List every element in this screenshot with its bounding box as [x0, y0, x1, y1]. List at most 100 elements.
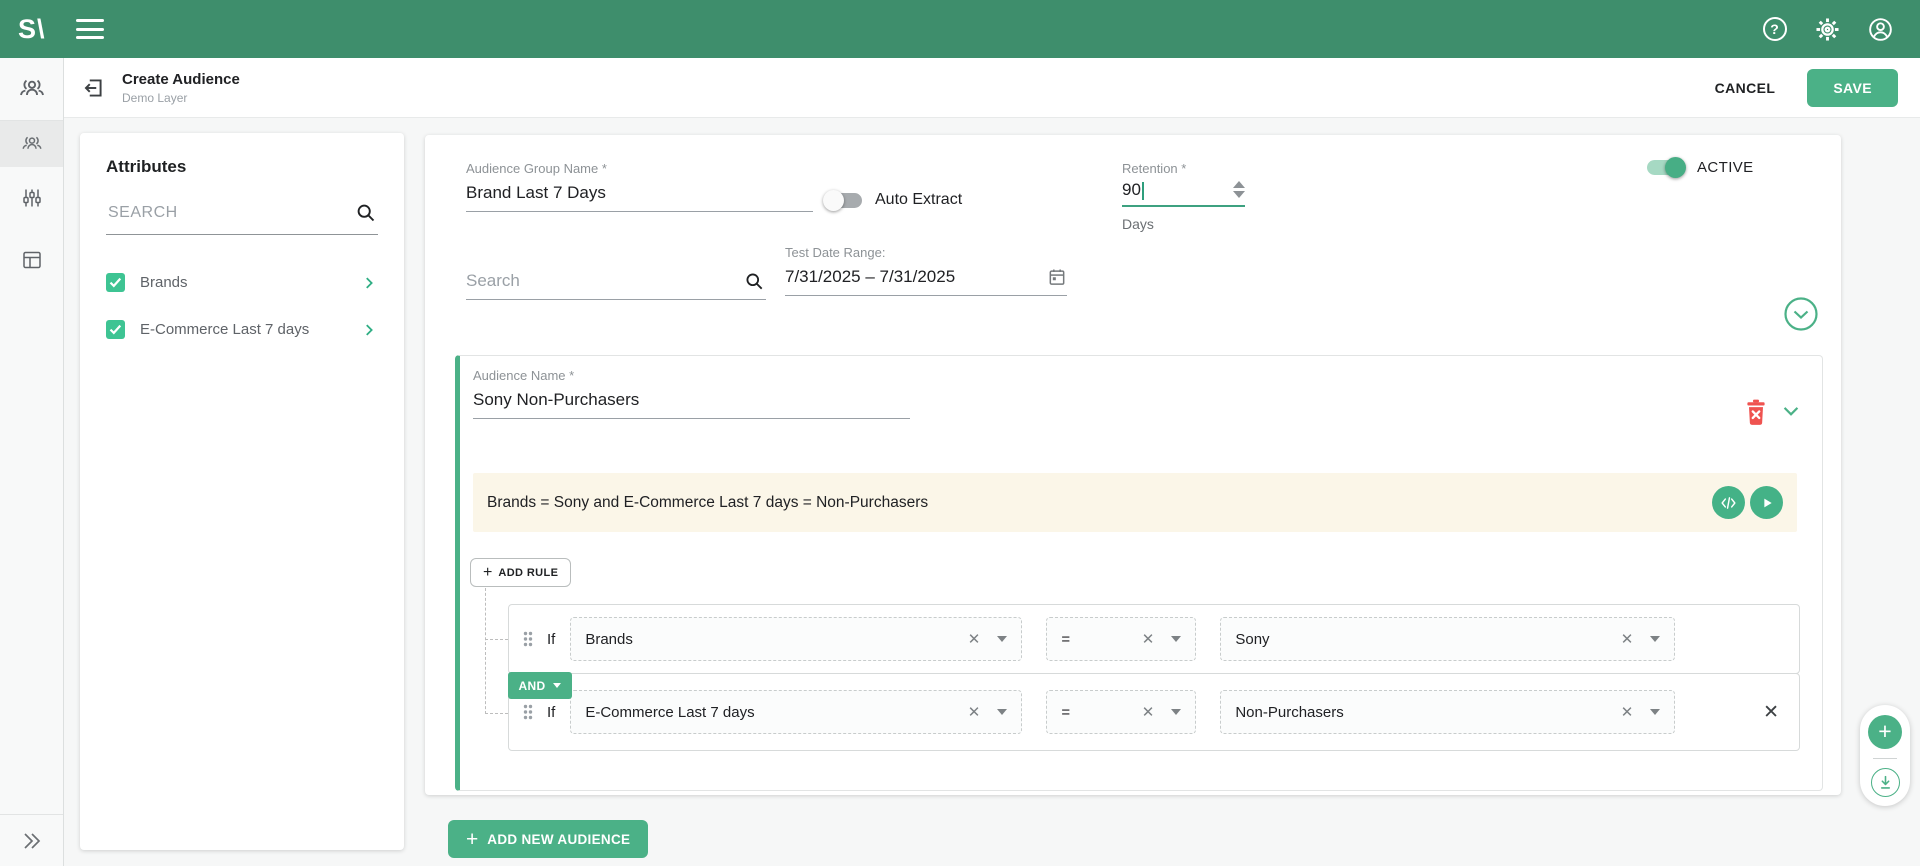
attributes-panel: Attributes Brands	[80, 133, 404, 850]
add-floating-button[interactable]: +	[1868, 715, 1902, 749]
menu-hamburger-icon[interactable]	[76, 19, 104, 39]
rule-connector-and-chip[interactable]: AND	[508, 672, 572, 699]
chevron-right-icon[interactable]	[360, 321, 378, 339]
rule-value-select[interactable]: Non-Purchasers ✕	[1220, 690, 1675, 734]
select-caret-icon[interactable]	[1650, 709, 1660, 715]
rule-operator-select[interactable]: = ✕	[1046, 617, 1196, 661]
rule-connector-line	[485, 588, 486, 714]
rail-item-attributes[interactable]	[0, 167, 63, 229]
clear-selection-icon[interactable]: ✕	[968, 632, 981, 647]
checkbox-checked-icon[interactable]	[106, 320, 125, 339]
attributes-title: Attributes	[106, 157, 378, 177]
select-caret-icon[interactable]	[1171, 709, 1181, 715]
rail-item-audiences-selected[interactable]	[0, 121, 63, 167]
left-rail	[0, 58, 64, 866]
select-caret-icon[interactable]	[997, 636, 1007, 642]
attribute-label: E-Commerce Last 7 days	[140, 321, 360, 338]
audience-form-card: Audience Group Name * Auto Extract Reten…	[425, 135, 1841, 795]
drag-handle-icon[interactable]	[521, 630, 535, 648]
select-caret-icon[interactable]	[1171, 636, 1181, 642]
date-range-input[interactable]: 7/31/2025 – 7/31/2025	[785, 260, 1067, 296]
auto-extract-control: Auto Extract	[825, 191, 962, 209]
cancel-button[interactable]: CANCEL	[1697, 70, 1794, 106]
add-new-audience-button[interactable]: + ADD NEW AUDIENCE	[448, 820, 648, 858]
retention-label: Retention *	[1122, 161, 1245, 176]
audience-name-input[interactable]	[473, 383, 910, 419]
auto-extract-label: Auto Extract	[875, 191, 962, 209]
page-header: Create Audience Demo Layer CANCEL SAVE	[64, 58, 1920, 118]
attribute-list-item-ecommerce[interactable]: E-Commerce Last 7 days	[106, 306, 378, 353]
rail-item-audience-groups[interactable]	[0, 58, 63, 120]
attributes-list: Brands E-Commerce Last 7 days	[106, 259, 378, 353]
group-name-field: Audience Group Name *	[466, 161, 813, 212]
group-name-label: Audience Group Name *	[466, 161, 813, 176]
group-name-input[interactable]	[466, 176, 813, 212]
attribute-list-item-brands[interactable]: Brands	[106, 259, 378, 306]
header-titles: Create Audience Demo Layer	[122, 71, 240, 105]
help-icon[interactable]: ?	[1761, 16, 1788, 43]
audience-collapse-chevron-icon[interactable]	[1780, 403, 1802, 421]
divider	[1873, 758, 1897, 759]
save-button[interactable]: SAVE	[1807, 69, 1898, 107]
clear-selection-icon[interactable]: ✕	[1142, 632, 1155, 647]
app-logo: S\	[18, 14, 46, 45]
date-range-value[interactable]: 7/31/2025 – 7/31/2025	[785, 267, 1047, 287]
active-control: ACTIVE	[1647, 159, 1754, 176]
clear-selection-icon[interactable]: ✕	[968, 705, 981, 720]
retention-field: Retention * 90 Days	[1122, 161, 1245, 232]
active-label: ACTIVE	[1697, 159, 1754, 176]
connector-caret-icon	[553, 683, 561, 688]
remove-rule-icon[interactable]: ✕	[1759, 697, 1783, 728]
page-subtitle: Demo Layer	[122, 91, 240, 105]
download-icon[interactable]	[1871, 768, 1900, 797]
active-toggle[interactable]	[1647, 160, 1684, 175]
stepper-down-icon[interactable]	[1233, 191, 1245, 198]
test-date-range-field: Test Date Range: 7/31/2025 – 7/31/2025	[785, 245, 1067, 296]
attributes-search-input[interactable]	[106, 203, 354, 223]
attributes-search-field	[106, 201, 378, 235]
calendar-icon[interactable]	[1047, 267, 1067, 287]
drag-handle-icon[interactable]	[521, 703, 535, 721]
checkbox-checked-icon[interactable]	[106, 273, 125, 292]
rule-if-label: If	[547, 704, 555, 721]
view-code-icon[interactable]	[1712, 486, 1745, 519]
auto-extract-toggle[interactable]	[825, 193, 862, 208]
stepper-up-icon[interactable]	[1233, 181, 1245, 188]
chevron-right-icon[interactable]	[360, 274, 378, 292]
number-stepper[interactable]	[1233, 181, 1245, 200]
retention-value[interactable]: 90	[1122, 180, 1141, 200]
audience-name-field: Audience Name *	[473, 368, 910, 419]
floating-actions: +	[1860, 705, 1910, 806]
add-rule-button[interactable]: + ADD RULE	[470, 558, 571, 587]
audience-search-input[interactable]	[466, 264, 743, 299]
audience-search-field	[466, 264, 766, 300]
run-expression-icon[interactable]	[1750, 486, 1783, 519]
rule-connector-line	[485, 713, 508, 714]
delete-audience-icon[interactable]	[1743, 398, 1769, 426]
attribute-label: Brands	[140, 274, 360, 291]
rule-attribute-select[interactable]: Brands ✕	[570, 617, 1022, 661]
account-icon[interactable]	[1867, 16, 1894, 43]
clear-selection-icon[interactable]: ✕	[1142, 705, 1155, 720]
back-icon[interactable]	[76, 71, 110, 105]
select-caret-icon[interactable]	[1650, 636, 1660, 642]
search-icon	[354, 201, 378, 225]
clear-selection-icon[interactable]: ✕	[1621, 632, 1634, 647]
topbar: S\ ?	[0, 0, 1920, 58]
audience-name-label: Audience Name *	[473, 368, 910, 383]
select-caret-icon[interactable]	[997, 709, 1007, 715]
rail-item-layouts[interactable]	[0, 229, 63, 291]
rule-attribute-select[interactable]: E-Commerce Last 7 days ✕	[570, 690, 1022, 734]
rule-value-select[interactable]: Sony ✕	[1220, 617, 1675, 661]
rule-if-label: If	[547, 631, 555, 648]
rail-expand-chevrons-icon[interactable]	[0, 814, 63, 866]
page-title: Create Audience	[122, 71, 240, 88]
settings-gear-icon[interactable]	[1814, 16, 1841, 43]
rule-connector-line	[485, 639, 508, 640]
retention-input[interactable]: 90	[1122, 176, 1245, 207]
collapse-section-icon[interactable]	[1782, 295, 1820, 333]
rule-expression-text: Brands = Sony and E-Commerce Last 7 days…	[487, 494, 928, 512]
audience-card: Audience Name * Brands = Sony and E-Comm…	[455, 355, 1823, 791]
rule-operator-select[interactable]: = ✕	[1046, 690, 1196, 734]
clear-selection-icon[interactable]: ✕	[1621, 705, 1634, 720]
